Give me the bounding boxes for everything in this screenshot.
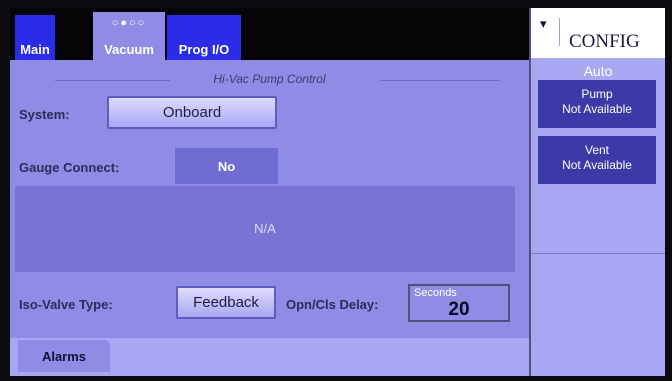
mode-label: Auto	[583, 63, 613, 79]
delay-unit: Seconds	[414, 287, 457, 299]
page-indicator-dots: ○●○○	[111, 17, 147, 29]
pump-button[interactable]: Pump Not Available	[538, 80, 656, 128]
alarms-tab[interactable]: Alarms	[18, 340, 110, 372]
section-title: Hi-Vac Pump Control	[213, 72, 326, 86]
vent-status: Not Available	[562, 158, 632, 172]
tab-prog-io[interactable]: Prog I/O	[167, 15, 241, 60]
tab-main-label: Main	[20, 42, 50, 57]
header-divider	[559, 18, 560, 46]
config-title: CONFIG	[569, 31, 640, 52]
chevron-down-icon[interactable]: ▾	[540, 16, 547, 32]
tab-vacuum-label: Vacuum	[104, 42, 154, 57]
delay-label: Opn/Cls Delay:	[286, 297, 379, 312]
hmi-screen: Main ○●○○ Vacuum Prog I/O Hi-Vac Pump Co…	[10, 8, 665, 376]
tab-strip: Main ○●○○ Vacuum Prog I/O	[10, 8, 529, 60]
delay-input[interactable]: Seconds 20	[408, 284, 510, 322]
pump-status: Not Available	[562, 102, 632, 116]
system-button[interactable]: Onboard	[107, 96, 277, 129]
iso-valve-label: Iso-Valve Type:	[19, 297, 113, 312]
vent-button[interactable]: Vent Not Available	[538, 136, 656, 184]
tab-vacuum[interactable]: ○●○○ Vacuum	[93, 12, 165, 60]
config-header[interactable]: ▾ CONFIG	[531, 8, 665, 58]
delay-value: 20	[448, 299, 470, 320]
vacuum-panel: Hi-Vac Pump Control System: Onboard Gaug…	[10, 60, 529, 376]
vent-name: Vent	[584, 143, 610, 157]
system-label: System:	[19, 107, 70, 122]
tab-prog-io-label: Prog I/O	[178, 42, 230, 57]
tab-main[interactable]: Main	[15, 15, 55, 60]
gauge-connect-label: Gauge Connect:	[19, 160, 120, 175]
config-separator	[531, 253, 665, 254]
pump-name: Pump	[581, 87, 613, 101]
status-panel: N/A	[15, 186, 515, 272]
iso-valve-button[interactable]: Feedback	[176, 286, 276, 319]
config-panel: ▾ CONFIG Auto Pump Not Available Vent No…	[529, 8, 665, 376]
gauge-connect-value[interactable]: No	[175, 148, 278, 184]
